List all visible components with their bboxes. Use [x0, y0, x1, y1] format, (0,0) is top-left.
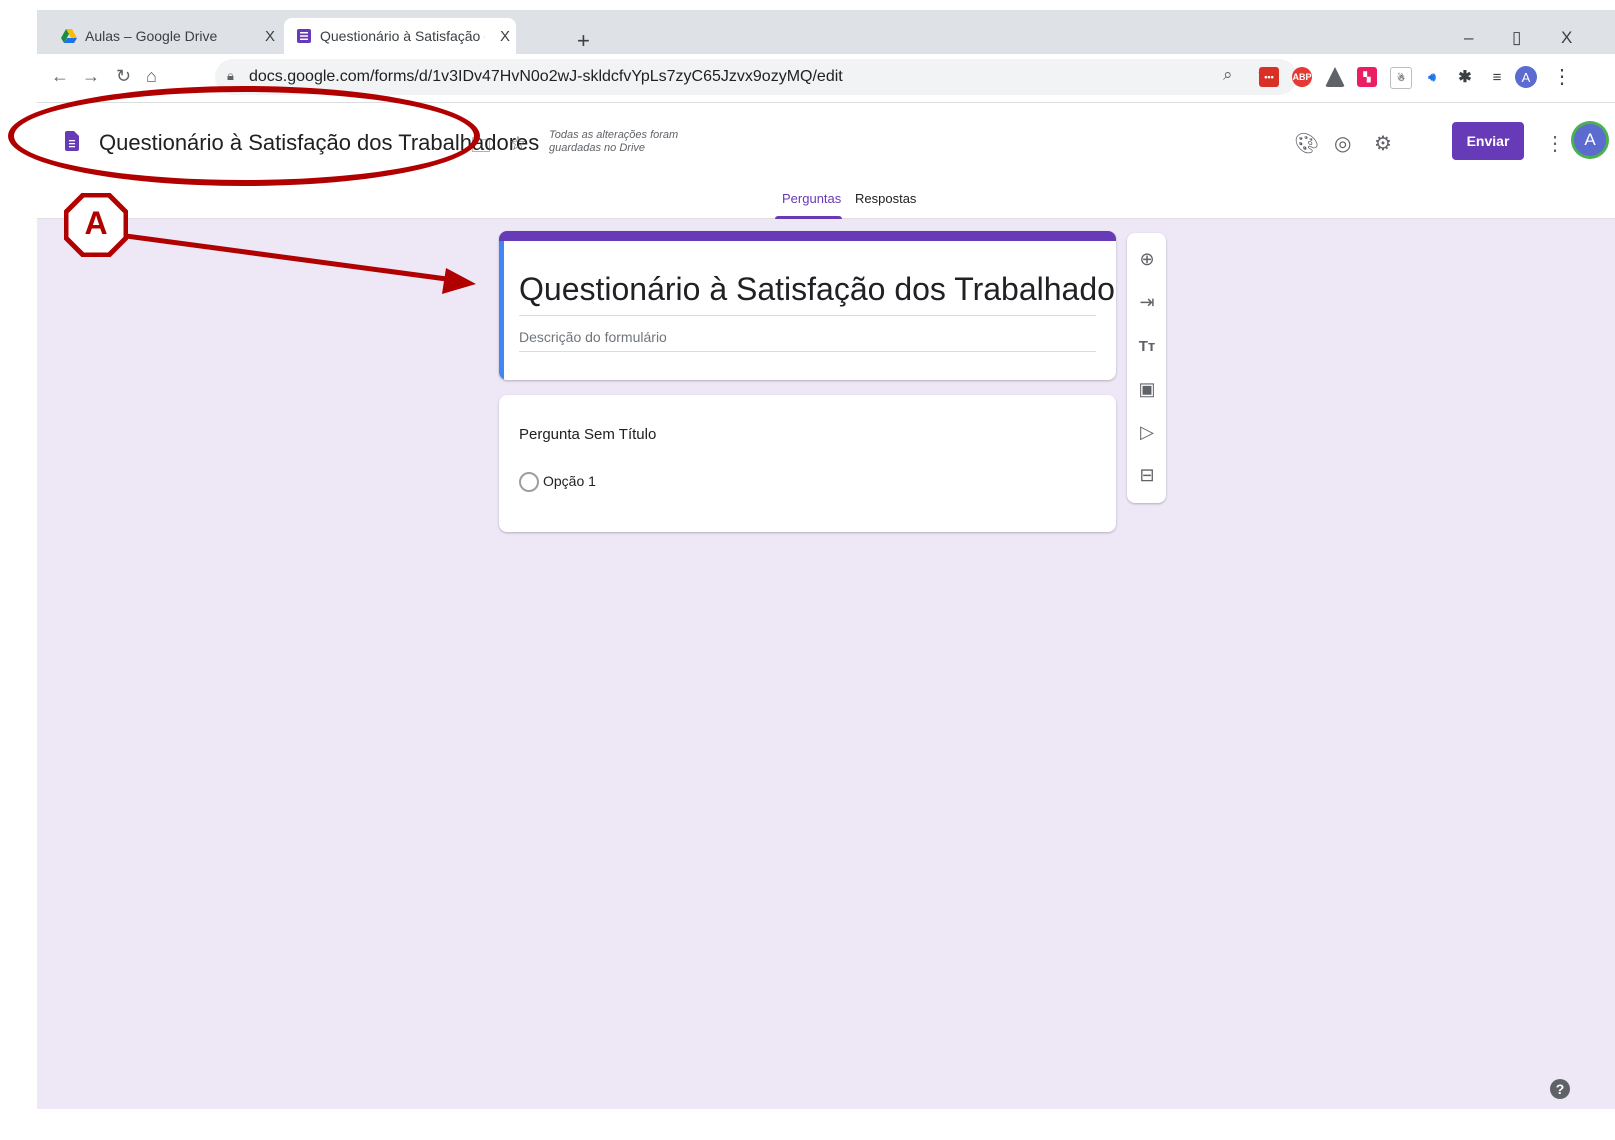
card-selection-bar [499, 241, 504, 380]
add-question-icon[interactable]: ⊕ [1136, 248, 1158, 270]
account-avatar[interactable]: A [1574, 124, 1606, 156]
extension-icon[interactable]: ▚ [1357, 67, 1377, 87]
add-title-description-icon[interactable]: Tт [1136, 335, 1158, 357]
media-queue-icon[interactable]: ≡ [1487, 67, 1507, 87]
divider [519, 315, 1096, 316]
new-tab-button[interactable]: + [577, 28, 590, 54]
extension-icon[interactable]: ••• [1259, 67, 1279, 87]
reload-icon[interactable]: ↻ [116, 66, 131, 87]
minimize-icon[interactable]: – [1464, 28, 1473, 48]
settings-gear-icon[interactable]: ⚙ [1374, 131, 1392, 156]
tab-title: Questionário à Satisfação dos Tra [320, 28, 485, 44]
browser-tab-strip: Aulas – Google Drive X Questionário à Sa… [37, 10, 1615, 54]
question-side-toolbar: ⊕ ⇥ Tт ▣ ▷ ⊟ [1127, 233, 1166, 503]
annotation-arrow [125, 233, 476, 294]
card-accent-bar [499, 231, 1116, 241]
lock-icon: 🔒︎ [227, 68, 234, 83]
radio-button[interactable] [519, 472, 539, 492]
back-icon[interactable]: ← [51, 66, 69, 87]
annotation-marker: A [64, 193, 128, 257]
form-title-input[interactable]: Questionário à Satisfação dos Trabalhado… [519, 271, 1116, 308]
google-drive-icon [61, 29, 77, 43]
send-button[interactable]: Enviar [1452, 122, 1524, 160]
annotation-letter: A [84, 205, 108, 241]
home-icon[interactable]: ⌂ [146, 66, 157, 87]
option-label[interactable]: Opção 1 [543, 473, 596, 489]
maximize-icon[interactable]: ▯ [1512, 28, 1521, 48]
form-title-card[interactable]: Questionário à Satisfação dos Trabalhado… [499, 231, 1116, 380]
drive-extension-icon[interactable] [1325, 67, 1345, 87]
google-forms-icon [297, 29, 311, 43]
annotation-ellipse [8, 86, 480, 186]
import-questions-icon[interactable]: ⇥ [1136, 291, 1158, 313]
close-window-icon[interactable]: X [1561, 28, 1572, 48]
preview-eye-icon[interactable]: ◎ [1334, 131, 1351, 156]
save-status: Todas as alterações foram guardadas no D… [549, 129, 679, 154]
help-icon[interactable]: ? [1550, 1079, 1570, 1099]
address-bar[interactable]: 🔒︎ docs.google.com/forms/d/1v3IDv47HvN0o… [215, 59, 1297, 95]
add-section-icon[interactable]: ⊟ [1136, 464, 1158, 486]
audio-icon[interactable]: 🔊︎ [1422, 67, 1442, 87]
extension-icon[interactable]: ☃ [1390, 67, 1412, 89]
add-video-icon[interactable]: ▷ [1136, 421, 1158, 443]
browser-menu-icon[interactable]: ⋮ [1552, 64, 1572, 89]
tab-aulas-google-drive[interactable]: Aulas – Google Drive X [49, 18, 281, 54]
extensions-puzzle-icon[interactable]: ✱ [1455, 67, 1475, 87]
tab-title: Aulas – Google Drive [85, 28, 218, 44]
divider [519, 351, 1096, 352]
url-text: docs.google.com/forms/d/1v3IDv47HvN0o2wJ… [249, 68, 843, 85]
add-image-icon[interactable]: ▣ [1136, 378, 1158, 400]
tab-questions[interactable]: Perguntas [782, 191, 841, 206]
adblock-plus-icon[interactable]: ABP [1292, 67, 1312, 87]
palette-icon[interactable]: 🎨︎ [1294, 131, 1319, 156]
tab-responses[interactable]: Respostas [855, 191, 916, 206]
question-card[interactable]: Pergunta Sem Título Opção 1 [499, 395, 1116, 532]
form-description-input[interactable]: Descrição do formulário [519, 329, 667, 345]
question-title[interactable]: Pergunta Sem Título [519, 426, 656, 443]
star-icon[interactable]: ☆ [509, 131, 527, 156]
forward-icon[interactable]: → [82, 66, 100, 87]
tab-questionario[interactable]: Questionário à Satisfação dos Tra X [284, 18, 516, 54]
close-tab-icon[interactable]: X [265, 28, 275, 45]
zoom-icon[interactable]: ⌕ [1223, 65, 1233, 85]
more-options-icon[interactable]: ⋮ [1545, 131, 1565, 156]
close-tab-icon[interactable]: X [500, 28, 510, 45]
profile-avatar[interactable]: A [1515, 66, 1537, 88]
